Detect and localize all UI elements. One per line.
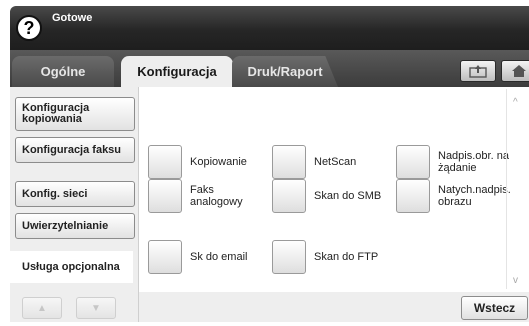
tab-bar: Ogólne Konfiguracja Druk/Raport (10, 50, 529, 87)
menu-item-label: Konfiguracja faksu (22, 143, 122, 156)
tab-ogolne[interactable]: Ogólne (12, 56, 114, 87)
option-checkbox[interactable] (272, 145, 306, 179)
scroll-up-icon[interactable]: ^ (513, 97, 518, 108)
menu-item-label: Uwierzytelnianie (22, 219, 109, 232)
option-checkbox[interactable] (272, 179, 306, 213)
footer-bar: Wstecz (138, 292, 529, 322)
option-overlay-on-demand[interactable]: Nadpis.obr. na żądanie (396, 145, 518, 179)
option-label: Skan do SMB (314, 190, 382, 202)
option-checkbox[interactable] (148, 145, 182, 179)
option-checkbox[interactable] (396, 179, 430, 213)
menu-item-network-config[interactable]: Konfig. sieci (15, 181, 135, 207)
option-scan-to-email[interactable]: Sk do email (148, 240, 247, 274)
status-text: Gotowe (52, 12, 93, 24)
option-checkbox[interactable] (148, 179, 182, 213)
page-up-button[interactable]: ▲ (22, 297, 62, 319)
option-instant-overlay[interactable]: Natych.nadpis. obrazu (396, 179, 518, 213)
option-checkbox[interactable] (396, 145, 430, 179)
status-bar: ? Gotowe (10, 6, 529, 50)
menu-item-authentication[interactable]: Uwierzytelnianie (15, 213, 135, 239)
option-scan-to-ftp[interactable]: Skan do FTP (272, 240, 378, 274)
options-panel: Kopiowanie NetScan Nadpis.obr. na żądani… (138, 87, 529, 292)
menu-item-copy-config[interactable]: Konfiguracja kopiowania (15, 97, 135, 131)
scroll-down-icon[interactable]: v (513, 275, 518, 286)
arrow-up-icon: ▲ (37, 302, 47, 314)
option-label: Kopiowanie (190, 156, 247, 168)
option-scan-to-smb[interactable]: Skan do SMB (272, 179, 381, 213)
upload-icon (469, 65, 487, 78)
left-menu: Konfiguracja kopiowania Konfiguracja fak… (10, 87, 138, 322)
menu-item-fax-config[interactable]: Konfiguracja faksu (15, 137, 135, 163)
option-label: Skan do FTP (314, 251, 379, 263)
page-down-button[interactable]: ▼ (76, 297, 116, 319)
upload-button[interactable] (460, 60, 496, 82)
option-label: Faks analogowy (190, 184, 243, 208)
menu-item-optional-service[interactable]: Usługa opcjonalna (10, 251, 133, 283)
help-icon[interactable]: ? (16, 15, 42, 41)
option-checkbox[interactable] (148, 240, 182, 274)
arrow-down-icon: ▼ (91, 302, 101, 314)
tab-konfiguracja[interactable]: Konfiguracja (121, 56, 233, 87)
option-analog-fax[interactable]: Faks analogowy (148, 179, 250, 213)
back-button[interactable]: Wstecz (461, 296, 528, 320)
menu-item-label: Usługa opcjonalna (22, 260, 120, 273)
menu-item-label: Konfiguracja kopiowania (22, 102, 90, 125)
option-label: NetScan (314, 156, 357, 168)
option-netscan[interactable]: NetScan (272, 145, 356, 179)
menu-item-label: Konfig. sieci (22, 187, 88, 200)
tab-druk-raport[interactable]: Druk/Raport (232, 56, 338, 87)
option-checkbox[interactable] (272, 240, 306, 274)
scrollbar[interactable]: ^ v (506, 89, 528, 289)
home-icon (512, 65, 526, 77)
option-copy[interactable]: Kopiowanie (148, 145, 247, 179)
home-button[interactable] (501, 60, 529, 82)
option-label: Sk do email (190, 251, 248, 263)
